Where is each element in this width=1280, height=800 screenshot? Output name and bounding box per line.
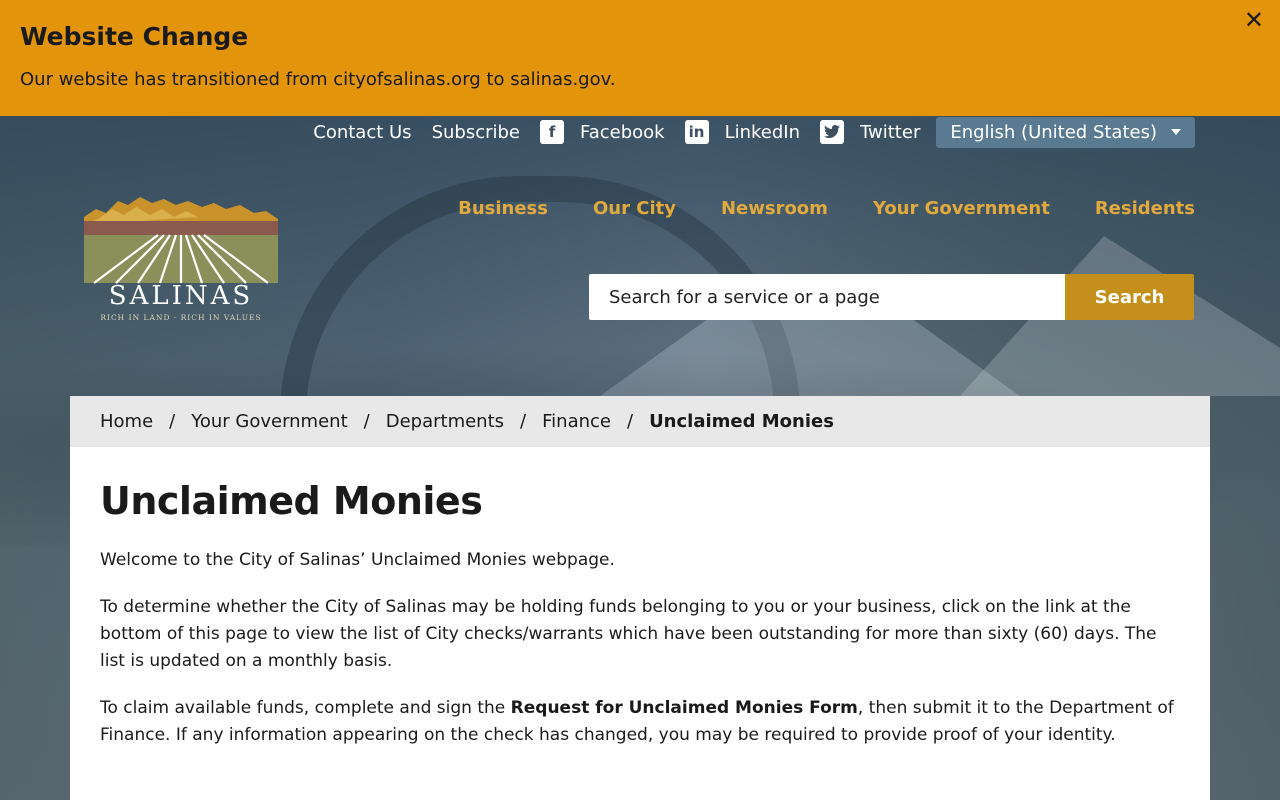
main-nav: Business Our City Newsroom Your Governme… bbox=[413, 198, 1195, 219]
twitter-icon bbox=[820, 120, 845, 144]
twitter-link[interactable]: Twitter bbox=[820, 120, 920, 144]
utility-nav: Contact Us Subscribe f Facebook in Linke… bbox=[293, 116, 1195, 148]
nav-newsroom[interactable]: Newsroom bbox=[721, 198, 828, 219]
breadcrumb-home[interactable]: Home bbox=[100, 411, 153, 432]
nav-our-city[interactable]: Our City bbox=[593, 198, 676, 219]
breadcrumb-your-government[interactable]: Your Government bbox=[191, 411, 347, 432]
nav-residents[interactable]: Residents bbox=[1095, 198, 1195, 219]
facebook-link[interactable]: f Facebook bbox=[540, 120, 665, 144]
alert-text: Our website has transitioned from cityof… bbox=[20, 69, 616, 90]
website-change-alert: Website Change Our website has transitio… bbox=[0, 0, 1280, 116]
breadcrumb-separator: / bbox=[363, 411, 370, 432]
determine-paragraph: To determine whether the City of Salinas… bbox=[100, 597, 1157, 671]
breadcrumb-separator: / bbox=[520, 411, 527, 432]
linkedin-link[interactable]: in LinkedIn bbox=[684, 120, 801, 144]
language-select[interactable]: English (United States) bbox=[936, 116, 1195, 148]
search-button[interactable]: Search bbox=[1065, 274, 1194, 320]
linkedin-icon: in bbox=[684, 120, 709, 144]
breadcrumb-current: Unclaimed Monies bbox=[649, 411, 834, 432]
page-content: Unclaimed Monies Welcome to the City of … bbox=[70, 447, 1210, 800]
facebook-label: Facebook bbox=[580, 121, 665, 143]
breadcrumb-departments[interactable]: Departments bbox=[386, 411, 504, 432]
site-search: Search bbox=[589, 274, 1194, 320]
breadcrumb-separator: / bbox=[626, 411, 634, 432]
contact-us-link[interactable]: Contact Us bbox=[313, 122, 411, 143]
facebook-icon: f bbox=[540, 120, 564, 144]
alert-title: Website Change bbox=[20, 22, 249, 51]
linkedin-label: LinkedIn bbox=[724, 121, 801, 143]
claim-paragraph: To claim available funds, complete and s… bbox=[100, 695, 1180, 749]
claim-text-before: To claim available funds, complete and s… bbox=[100, 698, 511, 718]
nav-business[interactable]: Business bbox=[458, 198, 548, 219]
intro-paragraph: Welcome to the City of Salinas’ Unclaime… bbox=[100, 550, 615, 570]
page-title: Unclaimed Monies bbox=[100, 479, 483, 523]
chevron-down-icon bbox=[1171, 129, 1181, 135]
nav-your-government[interactable]: Your Government bbox=[873, 198, 1050, 219]
breadcrumb-separator: / bbox=[169, 411, 176, 432]
logo-wordmark: SALINAS bbox=[108, 281, 254, 311]
salinas-logo-mark bbox=[84, 197, 278, 284]
language-label: English (United States) bbox=[950, 121, 1157, 143]
breadcrumb-finance[interactable]: Finance bbox=[542, 411, 611, 432]
close-icon[interactable]: ✕ bbox=[1244, 8, 1264, 32]
breadcrumb: Home / Your Government / Departments / F… bbox=[70, 396, 1210, 447]
salinas-logo[interactable]: SALINAS RICH IN LAND · RICH IN VALUES bbox=[84, 195, 278, 323]
twitter-label: Twitter bbox=[860, 121, 921, 143]
unclaimed-monies-form-link[interactable]: Request for Unclaimed Monies Form bbox=[511, 698, 858, 718]
search-input[interactable] bbox=[589, 274, 1065, 320]
logo-tagline: RICH IN LAND · RICH IN VALUES bbox=[100, 313, 262, 322]
subscribe-link[interactable]: Subscribe bbox=[432, 122, 520, 143]
